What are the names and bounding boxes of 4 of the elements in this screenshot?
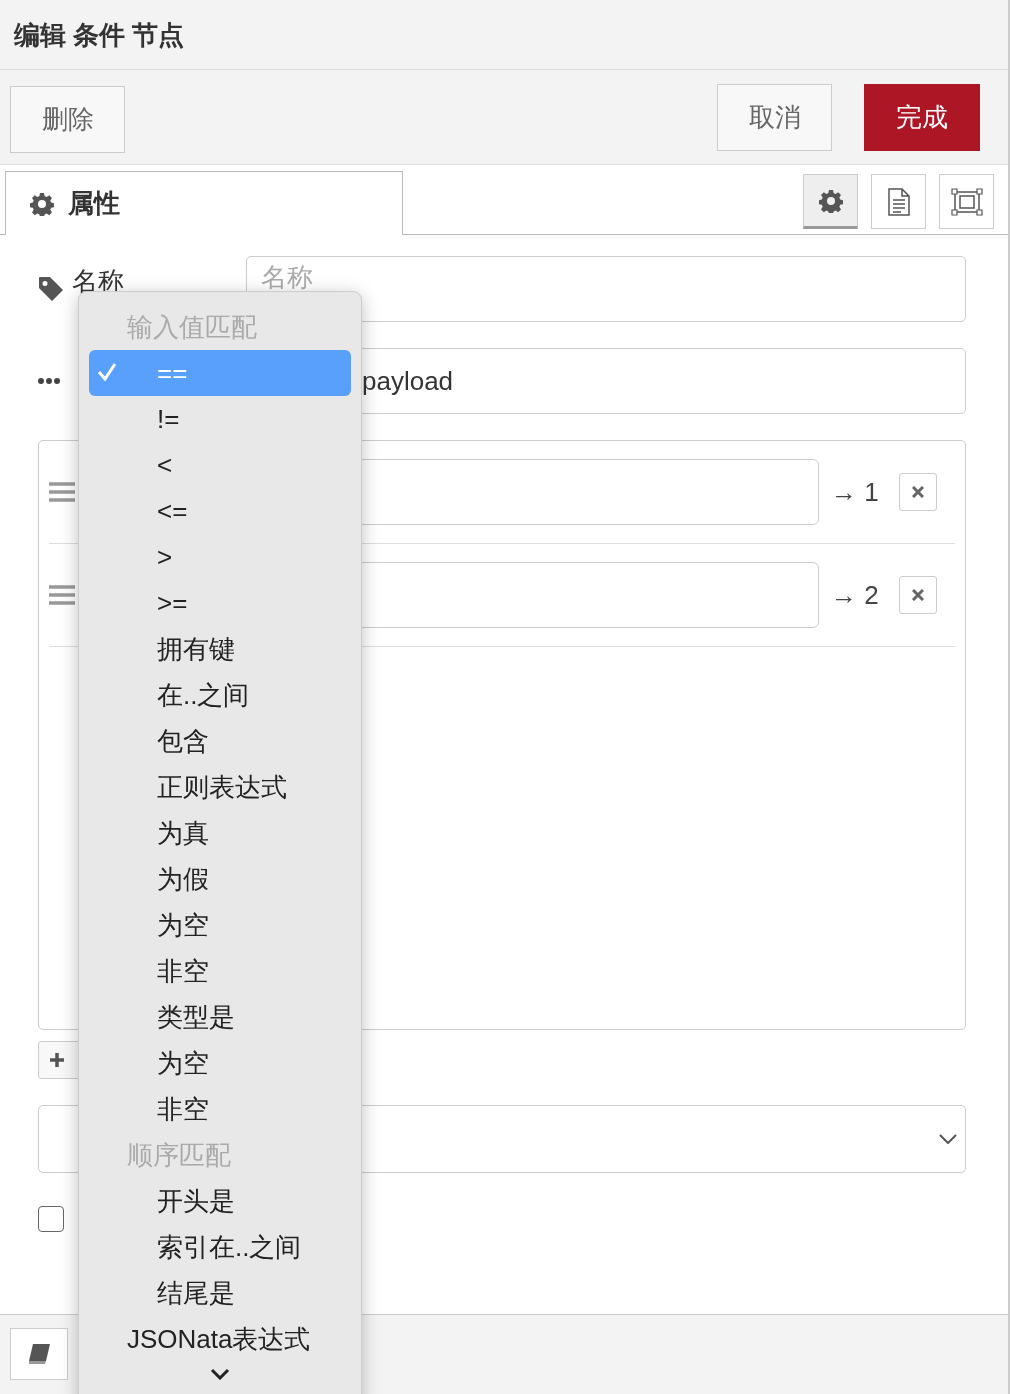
menu-group-header: 顺序匹配 xyxy=(126,1138,232,1172)
dialog-title: 编辑 条件 节点 xyxy=(13,19,186,52)
output-label: → 2 xyxy=(831,579,880,611)
output-label: → 1 xyxy=(831,476,880,508)
